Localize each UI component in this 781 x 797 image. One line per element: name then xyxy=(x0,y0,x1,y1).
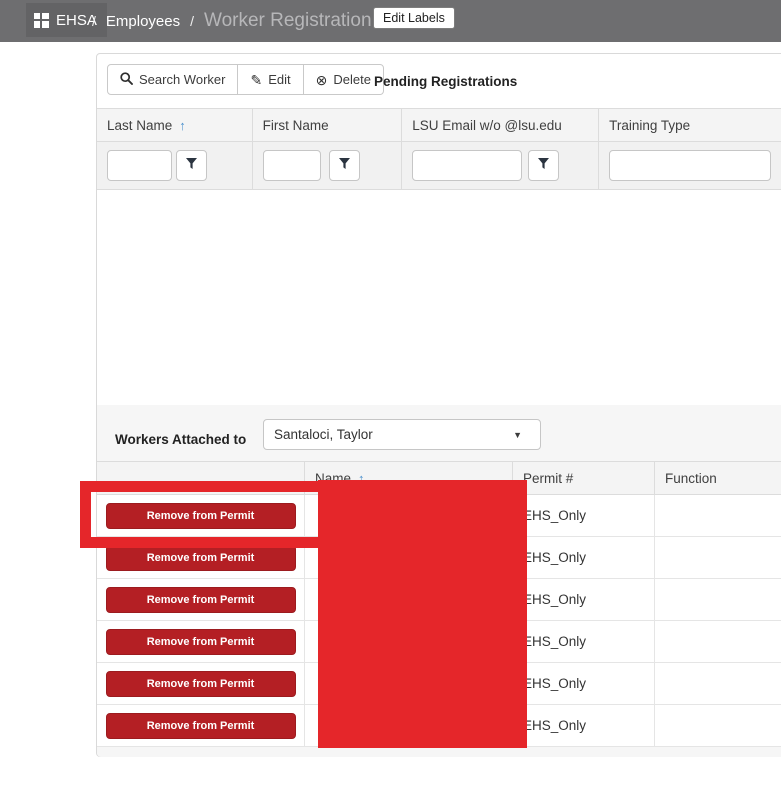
remove-from-permit-button[interactable]: Remove from Permit xyxy=(106,587,296,613)
sort-asc-icon: ↑ xyxy=(179,118,186,133)
remove-from-permit-button[interactable]: Remove from Permit xyxy=(106,629,296,655)
permit-cell: EHS_Only xyxy=(513,537,655,578)
function-cell xyxy=(655,537,781,578)
chevron-down-icon: ▼ xyxy=(513,430,522,440)
delete-circle-icon: ⊗ xyxy=(316,73,328,87)
worker-select-value: Santaloci, Taylor xyxy=(274,427,513,442)
breadcrumb: / Employees / Worker Registration xyxy=(92,0,372,42)
pending-table-empty-body xyxy=(97,190,781,407)
first-name-filter-button[interactable] xyxy=(329,150,360,181)
permit-cell: EHS_Only xyxy=(513,495,655,536)
app-grid-icon xyxy=(34,13,49,28)
permit-cell: EHS_Only xyxy=(513,621,655,662)
redaction-overlay xyxy=(318,480,527,748)
delete-label: Delete xyxy=(333,72,371,87)
remove-from-permit-button[interactable]: Remove from Permit xyxy=(106,713,296,739)
top-navbar: EHSA / Employees / Worker Registration E… xyxy=(0,0,781,42)
pending-registrations-title: Pending Registrations xyxy=(374,74,517,89)
delete-button[interactable]: ⊗ Delete xyxy=(303,64,384,95)
function-cell xyxy=(655,579,781,620)
edit-button[interactable]: ✎ Edit xyxy=(237,64,303,95)
function-cell xyxy=(655,663,781,704)
funnel-icon xyxy=(538,158,549,173)
funnel-icon xyxy=(186,158,197,173)
pending-table-filter-row xyxy=(97,142,781,190)
last-name-filter-input[interactable] xyxy=(107,150,172,181)
training-type-filter-input[interactable] xyxy=(609,150,771,181)
lsu-email-filter-button[interactable] xyxy=(528,150,559,181)
column-header-permit[interactable]: Permit # xyxy=(513,462,655,494)
search-worker-button[interactable]: Search Worker xyxy=(107,64,238,95)
workers-attached-label: Workers Attached to xyxy=(115,432,246,447)
search-icon xyxy=(120,72,133,87)
breadcrumb-employees-link[interactable]: Employees xyxy=(106,13,180,30)
click-highlight-annotation xyxy=(80,481,330,548)
pending-table-header: Last Name ↑ First Name LSU Email w/o @ls… xyxy=(97,108,781,142)
edit-labels-button[interactable]: Edit Labels xyxy=(373,7,455,29)
brand-label: EHSA xyxy=(56,12,97,29)
pencil-icon: ✎ xyxy=(250,73,262,87)
permit-cell: EHS_Only xyxy=(513,705,655,746)
column-header-training-type[interactable]: Training Type xyxy=(599,109,781,141)
worker-select-dropdown[interactable]: Santaloci, Taylor ▼ xyxy=(263,419,541,450)
column-header-first-name[interactable]: First Name xyxy=(253,109,403,141)
column-header-function[interactable]: Function xyxy=(655,462,781,494)
remove-from-permit-button[interactable]: Remove from Permit xyxy=(106,671,296,697)
pending-registrations-table: Last Name ↑ First Name LSU Email w/o @ls… xyxy=(97,108,781,407)
breadcrumb-separator: / xyxy=(190,13,194,29)
breadcrumb-separator: / xyxy=(92,13,96,29)
permit-cell: EHS_Only xyxy=(513,663,655,704)
remove-from-permit-button[interactable]: Remove from Permit xyxy=(106,545,296,571)
column-header-last-name[interactable]: Last Name ↑ xyxy=(97,109,253,141)
first-name-filter-input[interactable] xyxy=(263,150,321,181)
function-cell xyxy=(655,621,781,662)
last-name-filter-button[interactable] xyxy=(176,150,207,181)
search-worker-label: Search Worker xyxy=(139,72,225,87)
funnel-icon xyxy=(339,158,350,173)
page-title: Worker Registration xyxy=(204,10,372,32)
column-header-lsu-email[interactable]: LSU Email w/o @lsu.edu xyxy=(402,109,599,141)
pending-toolbar: Search Worker ✎ Edit ⊗ Delete xyxy=(107,64,384,95)
lsu-email-filter-input[interactable] xyxy=(412,150,522,181)
edit-label: Edit xyxy=(268,72,290,87)
permit-cell: EHS_Only xyxy=(513,579,655,620)
function-cell xyxy=(655,495,781,536)
function-cell xyxy=(655,705,781,746)
